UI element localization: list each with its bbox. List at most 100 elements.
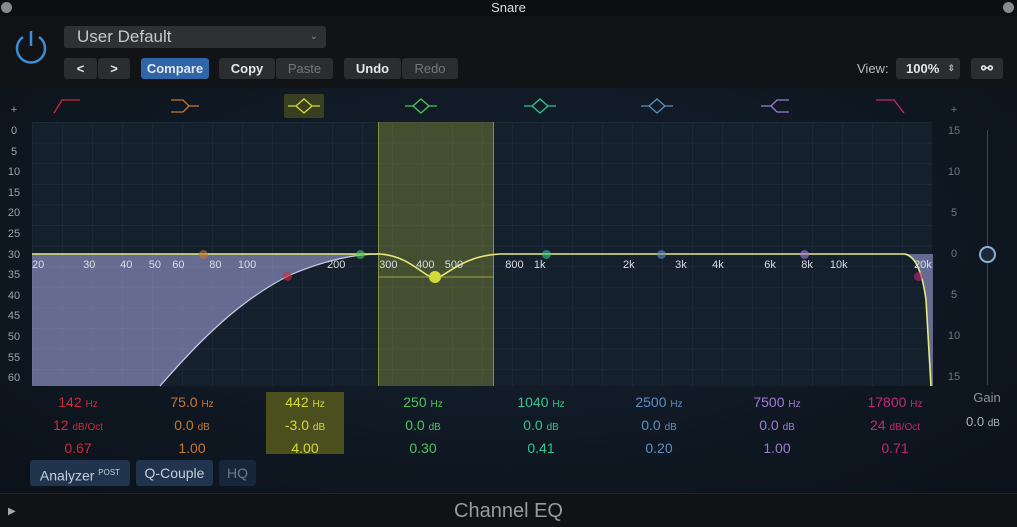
right-scale-label: 0 bbox=[950, 248, 958, 260]
frequency-label: 300 bbox=[379, 259, 398, 271]
band-4-node[interactable] bbox=[355, 249, 365, 259]
band-5-params: 1040 Hz 0.0 dB 0.41 bbox=[502, 392, 580, 459]
left-scale-label: 15 bbox=[7, 186, 21, 199]
band-frequency[interactable]: 2500 Hz bbox=[620, 392, 698, 415]
frequency-label: 80 bbox=[209, 259, 222, 271]
left-scale-label: 30 bbox=[7, 248, 21, 261]
frequency-label: 60 bbox=[172, 259, 185, 271]
band-q[interactable]: 0.41 bbox=[502, 438, 580, 459]
band-frequency[interactable]: 442 Hz bbox=[266, 392, 344, 415]
band-2-toggle[interactable] bbox=[165, 94, 205, 118]
band-q[interactable]: 0.67 bbox=[39, 438, 117, 459]
left-scale-label: 10 bbox=[7, 166, 21, 179]
band-gain[interactable]: -3.0 dB bbox=[266, 415, 344, 438]
frequency-label: 8k bbox=[801, 259, 813, 271]
band-frequency[interactable]: 250 Hz bbox=[384, 392, 462, 415]
band-gain[interactable]: 12 dB/Oct bbox=[39, 415, 117, 438]
left-scale-label: 35 bbox=[7, 269, 21, 282]
frequency-label: 40 bbox=[120, 259, 133, 271]
left-scale-label: 50 bbox=[7, 331, 21, 343]
gain-value[interactable]: 0.0 dB bbox=[958, 414, 1008, 429]
frequency-label: 20k bbox=[914, 259, 932, 271]
band-2-params: 75.0 Hz 0.0 dB 1.00 bbox=[153, 392, 231, 459]
band-q[interactable]: 1.00 bbox=[153, 438, 231, 459]
band-7-node[interactable] bbox=[799, 249, 809, 259]
frequency-label: 6k bbox=[764, 259, 776, 271]
left-scale-label: + bbox=[10, 104, 18, 116]
frequency-label: 800 bbox=[505, 259, 524, 271]
band-3-toggle[interactable] bbox=[284, 94, 324, 118]
band-q[interactable]: 0.20 bbox=[620, 438, 698, 459]
band-5-toggle[interactable] bbox=[520, 94, 560, 118]
band-q[interactable]: 1.00 bbox=[738, 438, 816, 459]
frequency-label: 10k bbox=[829, 259, 848, 271]
low-cut-icon bbox=[53, 99, 80, 114]
frequency-label: 200 bbox=[327, 259, 346, 271]
band-gain[interactable]: 0.0 dB bbox=[620, 415, 698, 438]
band-q[interactable]: 0.30 bbox=[384, 438, 462, 459]
band-gain[interactable]: 0.0 dB bbox=[384, 415, 462, 438]
footer: ▶ Channel EQ bbox=[0, 493, 1017, 527]
band-gain[interactable]: 0.0 dB bbox=[153, 415, 231, 438]
band-gain[interactable]: 24 dB/Oct bbox=[856, 415, 934, 438]
band-frequency[interactable]: 142 Hz bbox=[39, 392, 117, 415]
gain-slider-knob[interactable] bbox=[979, 246, 996, 263]
left-scale-label: 55 bbox=[7, 351, 21, 364]
band-2-node[interactable] bbox=[198, 249, 208, 259]
band-gain[interactable]: 0.0 dB bbox=[502, 415, 580, 438]
band-frequency[interactable]: 17800 Hz bbox=[856, 392, 934, 415]
bell-icon bbox=[405, 98, 437, 114]
lowcut-fill bbox=[32, 254, 933, 386]
left-scale-label: 40 bbox=[7, 289, 21, 302]
right-scale-label: 10 bbox=[947, 330, 961, 342]
frequency-label: 100 bbox=[237, 259, 257, 271]
band-gain[interactable]: 0.0 dB bbox=[738, 415, 816, 438]
right-scale-label: 15 bbox=[947, 371, 961, 383]
high-cut-icon bbox=[876, 99, 905, 114]
band-1-toggle[interactable] bbox=[48, 94, 88, 118]
low-shelf-icon bbox=[171, 99, 199, 113]
band-8-params: 17800 Hz 24 dB/Oct 0.71 bbox=[856, 392, 934, 459]
band-5-node[interactable] bbox=[541, 249, 551, 259]
band-frequency[interactable]: 7500 Hz bbox=[738, 392, 816, 415]
band-1-node[interactable] bbox=[282, 271, 292, 281]
bell-icon bbox=[288, 98, 320, 114]
band-frequency[interactable]: 1040 Hz bbox=[502, 392, 580, 415]
frequency-label: 4k bbox=[712, 259, 724, 271]
bell-icon bbox=[524, 98, 556, 114]
frequency-label: 50 bbox=[148, 259, 162, 271]
frequency-label: 1k bbox=[533, 259, 546, 271]
band-frequency[interactable]: 75.0 Hz bbox=[153, 392, 231, 415]
band-q[interactable]: 0.71 bbox=[856, 438, 934, 459]
q-couple-button[interactable]: Q-Couple bbox=[136, 460, 213, 486]
band-1-params: 142 Hz 12 dB/Oct 0.67 bbox=[39, 392, 117, 459]
band-4-toggle[interactable] bbox=[401, 94, 441, 118]
band-3-node[interactable] bbox=[429, 271, 441, 283]
band-q[interactable]: 4.00 bbox=[266, 438, 344, 459]
gain-label: Gain bbox=[973, 390, 1001, 405]
band-8-node[interactable] bbox=[913, 271, 923, 281]
frequency-label: 400 bbox=[416, 259, 435, 271]
right-scale-label: 15 bbox=[947, 125, 961, 137]
high-shelf-icon bbox=[761, 99, 789, 113]
hq-button[interactable]: HQ bbox=[219, 460, 256, 486]
band-6-node[interactable] bbox=[656, 249, 666, 259]
plugin-title: Channel EQ bbox=[454, 500, 563, 522]
band-7-params: 7500 Hz 0.0 dB 1.00 bbox=[738, 392, 816, 459]
frequency-label: 2k bbox=[623, 259, 635, 271]
band-4-params: 250 Hz 0.0 dB 0.30 bbox=[384, 392, 462, 459]
analyzer-button[interactable]: Analyzer POST bbox=[30, 460, 130, 486]
band-8-toggle[interactable] bbox=[872, 94, 912, 118]
left-scale-label: 60 bbox=[7, 372, 21, 385]
band-6-toggle[interactable] bbox=[637, 94, 677, 118]
frequency-label: 30 bbox=[83, 259, 96, 271]
left-scale-label: 25 bbox=[7, 228, 21, 240]
right-scale-label: 5 bbox=[950, 207, 958, 219]
right-scale-label: 5 bbox=[950, 289, 958, 301]
left-scale-label: 20 bbox=[7, 207, 21, 220]
right-scale-label: 10 bbox=[947, 166, 961, 178]
left-scale-label: 0 bbox=[10, 125, 18, 137]
band-7-toggle[interactable] bbox=[755, 94, 795, 118]
frequency-label: 500 bbox=[444, 259, 464, 271]
band-6-params: 2500 Hz 0.0 dB 0.20 bbox=[620, 392, 698, 459]
